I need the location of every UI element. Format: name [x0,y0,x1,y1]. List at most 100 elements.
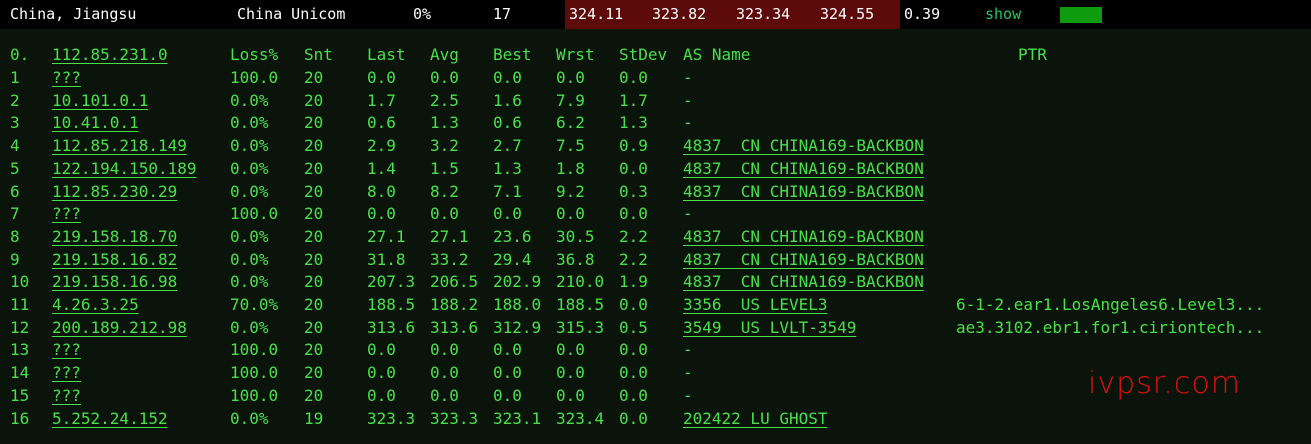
hop-stdev: 0.0 [619,204,648,224]
hop-as-name[interactable]: 4837 CN CHINA169-BACKBON [683,182,924,201]
header-as: AS Name [683,45,751,64]
hop-as-name: - [683,204,693,224]
hop-as-name[interactable]: 4837 CN CHINA169-BACKBON [683,272,924,291]
hop-as-name: - [683,363,693,383]
hop-as-name[interactable]: 4837 CN CHINA169-BACKBON [683,250,924,269]
hop-avg: 323.3 [430,408,479,428]
hop-last: 313.6 [367,317,416,337]
show-link[interactable]: show [985,5,1021,23]
hop-row: 6 112.85.230.29 0.0% 20 8.0 8.2 7.1 9.2 0.3 4837 … [0,182,1311,204]
hop-loss: 0.0% [230,90,269,110]
hop-avg: 206.5 [430,272,479,292]
hop-as-name[interactable]: 3356 US LEVEL3 [683,295,828,314]
hop-row: 9 219.158.16.82 0.0% 20 31.8 33.2 29.4 36.8 2.2 4… [0,250,1311,272]
hop-last: 31.8 [367,249,406,269]
hop-stdev: 2.2 [619,249,648,269]
hop-row: 8 219.158.18.70 0.0% 20 27.1 27.1 23.6 30.5 2.2 4… [0,227,1311,249]
hop-worst: 36.8 [556,249,595,269]
hop-avg: 0.0 [430,363,459,383]
hop-loss: 0.0% [230,158,269,178]
hop-as-name: - [683,385,693,405]
hop-host[interactable]: ??? [52,363,81,382]
hop-avg: 33.2 [430,249,469,269]
hop-as-name[interactable]: 4837 CN CHINA169-BACKBON [683,159,924,178]
hop-as-name: - [683,113,693,133]
hop-number: 10 [10,272,30,292]
hop-last: 0.0 [367,204,396,224]
hop-stdev: 2.2 [619,226,648,246]
hop-loss: 100.0 [230,204,279,224]
hop-row: 11 4.26.3.25 70.0% 20 188.5 188.2 188.0 188.5 0.… [0,295,1311,317]
hop-as-name[interactable]: 4837 CN CHINA169-BACKBON [683,136,924,155]
hop-host[interactable]: ??? [52,386,81,405]
hop-as-name[interactable]: 3549 US LVLT-3549 [683,318,856,337]
hop-row: 16 5.252.24.152 0.0% 19 323.3 323.3 323.1 323.4… [0,409,1311,431]
header-hop: 0. [10,45,30,64]
hop-host[interactable]: 10.101.0.1 [52,91,148,110]
hop-number: 9 [10,249,20,269]
hop-host[interactable]: ??? [52,68,81,87]
hop-best: 202.9 [493,272,542,292]
hop-best: 2.7 [493,136,522,156]
hop-worst: 210.0 [556,272,605,292]
hop-loss: 0.0% [230,317,269,337]
hop-loss: 0.0% [230,272,269,292]
hop-row: 10 219.158.16.98 0.0% 20 207.3 206.5 202.9 210.… [0,272,1311,294]
header-snt: Snt [304,45,333,64]
hop-host[interactable]: 10.41.0.1 [52,113,139,132]
hop-host[interactable]: 5.252.24.152 [52,409,168,428]
hop-best: 1.3 [493,158,522,178]
hop-host[interactable]: 219.158.16.98 [52,272,177,291]
hop-best: 0.0 [493,340,522,360]
hop-row: 2 10.101.0.1 0.0% 20 1.7 2.5 1.6 7.9 1.7 - [0,91,1311,113]
hop-avg: 188.2 [430,295,479,314]
hop-number: 2 [10,90,20,110]
header-ptr: PTR [1018,45,1047,64]
hop-avg: 3.2 [430,136,459,156]
hop-loss: 0.0% [230,181,269,201]
hop-number: 7 [10,204,20,224]
hop-stdev: 0.9 [619,136,648,156]
hop-host[interactable]: ??? [52,204,81,223]
hop-last: 0.0 [367,363,396,383]
hop-stdev: 1.7 [619,90,648,110]
hop-number: 5 [10,158,20,178]
hop-host[interactable]: 200.189.212.98 [52,318,187,337]
hop-avg: 313.6 [430,317,479,337]
loss-bar [1060,7,1102,23]
hop-worst: 30.5 [556,226,595,246]
hop-last: 323.3 [367,408,416,428]
hop-number: 8 [10,226,20,246]
hop-avg: 27.1 [430,226,469,246]
summary-stdev: 0.39 [904,5,941,23]
hop-host[interactable]: 219.158.16.82 [52,250,177,269]
summary-bar: China, Jiangsu China Unicom 0% 17 324.11… [0,0,1311,29]
hop-loss: 0.0% [230,226,269,246]
hop-worst: 315.3 [556,317,605,337]
hop-as-name[interactable]: 4837 CN CHINA169-BACKBON [683,227,924,246]
hop-best: 0.0 [493,204,522,224]
hop-last: 0.6 [367,113,396,133]
hop-host[interactable]: 219.158.18.70 [52,227,177,246]
hop-as-name[interactable]: 202422 LU GHOST [683,409,828,428]
hop-sent: 19 [304,408,324,428]
summary-loss: 0% [413,5,432,23]
header-host[interactable]: 112.85.231.0 [52,45,168,64]
hop-host[interactable]: 112.85.230.29 [52,182,177,201]
header-row: 0. 112.85.231.0 Loss% Snt Last Avg Best … [0,45,1311,67]
hop-host[interactable]: 4.26.3.25 [52,295,139,314]
hop-host[interactable]: ??? [52,340,81,359]
hop-row: 12 200.189.212.98 0.0% 20 313.6 313.6 312.9 315… [0,318,1311,340]
hop-host[interactable]: 122.194.150.189 [52,159,197,178]
hop-loss: 0.0% [230,249,269,269]
hop-avg: 2.5 [430,90,459,110]
hop-number: 4 [10,136,20,156]
hop-row: 13??? 100.0 20 0.0 0.0 0.0 0.0 0.0 - [0,340,1311,362]
hop-number: 13 [10,340,30,360]
hop-host[interactable]: 112.85.218.149 [52,136,187,155]
hop-number: 14 [10,363,30,383]
hop-best: 0.0 [493,68,522,87]
hop-worst: 7.5 [556,136,585,156]
hop-avg: 0.0 [430,385,459,405]
hop-best: 312.9 [493,317,542,337]
